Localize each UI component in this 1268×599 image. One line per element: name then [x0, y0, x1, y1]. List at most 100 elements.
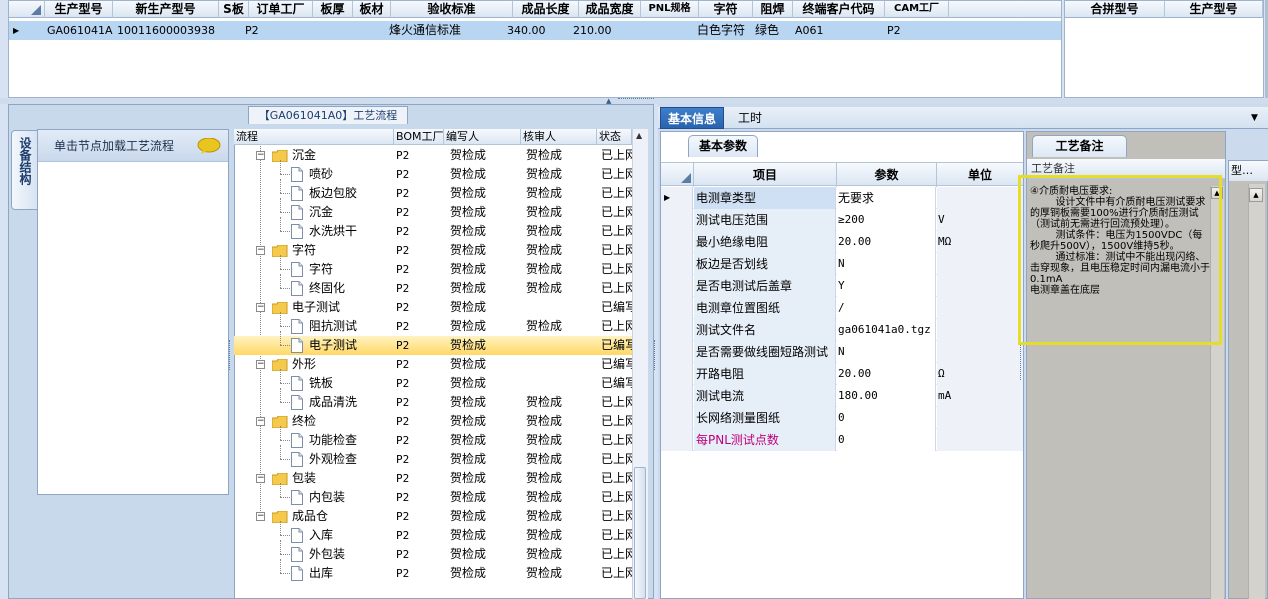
param-row[interactable]: 最小绝缘电阻 20.00 MΩ [661, 231, 1023, 253]
param-value[interactable]: ≥200 [837, 209, 936, 231]
col-order-factory[interactable]: 订单工厂 [249, 1, 313, 18]
col-item[interactable]: 项目 [694, 163, 837, 187]
col-value[interactable]: 参数 [837, 163, 937, 187]
tree-row[interactable]: 功能检查 P2 贺检成 贺检成 已上网 [234, 426, 632, 450]
tree-row[interactable]: 铣板 P2 贺检成 已编写 [234, 369, 632, 393]
tab-process-notes[interactable]: 工艺备注 [1032, 135, 1127, 157]
param-value[interactable]: ga061041a0.tgz [837, 319, 936, 341]
tree-row[interactable]: 字符 P2 贺检成 贺检成 已上网 [234, 255, 632, 279]
col-character[interactable]: 字符 [699, 1, 753, 18]
col-customer-code[interactable]: 终端客户代码 [793, 1, 885, 18]
param-value[interactable]: 0 [837, 429, 936, 451]
col-reviewer[interactable]: 核审人 [521, 129, 597, 145]
cell-order-factory[interactable]: P2 [245, 21, 305, 40]
tree-row[interactable]: 出库 P2 贺检成 贺检成 已上网 [234, 559, 632, 583]
cell-solder-mask[interactable]: 绿色 [755, 21, 793, 40]
tree-row[interactable]: 阻抗测试 P2 贺检成 贺检成 已上网 [234, 312, 632, 336]
mini-grid-header[interactable]: 型… [1229, 161, 1268, 181]
param-row[interactable]: 是否需要做线圈短路测试 N [661, 341, 1023, 363]
tree-folder-row[interactable]: − 成品仓 P2 贺检成 贺检成 已上网 [234, 507, 632, 526]
param-row[interactable]: 电测章位置图纸 / [661, 297, 1023, 319]
col-solder-mask[interactable]: 阻焊 [753, 1, 793, 18]
speech-bubble-icon[interactable] [197, 138, 221, 154]
table-row[interactable]: ▶ GA061041A0 10011600003938 P2 烽火通信标准 34… [9, 21, 1061, 40]
col-width[interactable]: 成品宽度 [579, 1, 641, 18]
param-value[interactable]: Y [837, 275, 936, 297]
col-status[interactable]: 状态 [597, 129, 632, 145]
col-thickness[interactable]: 板厚 [313, 1, 353, 18]
tree-row[interactable]: 终固化 P2 贺检成 贺检成 已上网 [234, 274, 632, 298]
tab-basic-params[interactable]: 基本参数 [688, 135, 758, 157]
param-row[interactable]: 测试文件名 ga061041a0.tgz [661, 319, 1023, 341]
tree-row[interactable]: 入库 P2 贺检成 贺检成 已上网 [234, 521, 632, 545]
tree-row[interactable]: 水洗烘干 P2 贺检成 贺检成 已上网 [234, 217, 632, 241]
cell-cam-factory[interactable]: P2 [887, 21, 947, 40]
tree-folder-row[interactable]: − 终检 P2 贺检成 贺检成 已上网 [234, 412, 632, 431]
param-row[interactable]: 开路电阻 20.00 Ω [661, 363, 1023, 385]
mini-grid-scrollbar[interactable] [1248, 184, 1265, 599]
tree-row[interactable]: 外包装 P2 贺检成 贺检成 已上网 [234, 540, 632, 564]
col-s-board[interactable]: S板 [219, 1, 249, 18]
scroll-up-icon[interactable]: ▲ [1249, 188, 1263, 202]
tree-folder-row[interactable]: − 外形 P2 贺检成 已编写 [234, 355, 632, 374]
tree-row[interactable]: 成品清洗 P2 贺检成 贺检成 已上网 [234, 388, 632, 412]
collapse-toggle-icon[interactable]: − [256, 151, 265, 160]
param-row[interactable]: 板边是否划线 N [661, 253, 1023, 275]
cell-length[interactable]: 340.00 [507, 21, 573, 40]
col-bom-factory[interactable]: BOM工厂 [394, 129, 444, 145]
tree-row[interactable]: 喷砂 P2 贺检成 贺检成 已上网 [234, 160, 632, 184]
tab-basic-info[interactable]: 基本信息 [660, 107, 724, 129]
param-value[interactable]: 180.00 [837, 385, 936, 407]
col-length[interactable]: 成品长度 [513, 1, 579, 18]
collapse-toggle-icon[interactable]: − [256, 512, 265, 521]
tree-folder-row[interactable]: − 沉金 P2 贺检成 贺检成 已上网 [234, 146, 632, 165]
tree-row[interactable]: 内包装 P2 贺检成 贺检成 已上网 [234, 483, 632, 507]
col-cam-factory[interactable]: CAM工厂 [885, 1, 949, 18]
param-value[interactable]: N [837, 253, 936, 275]
cell-production-model[interactable]: GA061041A0 [47, 21, 113, 40]
collapse-toggle-icon[interactable]: − [256, 303, 265, 312]
tree-row[interactable]: 外观检查 P2 贺检成 贺检成 已上网 [234, 445, 632, 469]
param-row[interactable]: 是否电测试后盖章 Y [661, 275, 1023, 297]
tree-row[interactable]: 板边包胶 P2 贺检成 贺检成 已上网 [234, 179, 632, 203]
cell-thickness[interactable] [315, 21, 351, 40]
param-row[interactable]: ▶ 电测章类型 无要求 [661, 187, 1023, 209]
param-value[interactable]: 无要求 [837, 187, 936, 209]
col-pnl-spec[interactable]: PNL规格 [641, 1, 699, 18]
cell-pnl-spec[interactable] [643, 21, 697, 40]
param-value[interactable]: 0 [837, 407, 936, 429]
param-value[interactable]: N [837, 341, 936, 363]
param-row[interactable]: 测试电流 180.00 mA [661, 385, 1023, 407]
cell-customer-code[interactable]: A061 [795, 21, 883, 40]
col-merge-production-model[interactable]: 生产型号 [1165, 1, 1263, 18]
param-value[interactable]: 20.00 [837, 363, 936, 385]
col-writer[interactable]: 编写人 [444, 129, 521, 145]
collapse-toggle-icon[interactable]: − [256, 474, 265, 483]
tree-row[interactable]: 沉金 P2 贺检成 贺检成 已上网 [234, 198, 632, 222]
col-acceptance-standard[interactable]: 验收标准 [391, 1, 513, 18]
col-flow[interactable]: 流程 [234, 129, 394, 145]
col-merge-model[interactable]: 合拼型号 [1065, 1, 1165, 18]
col-production-model[interactable]: 生产型号 [45, 1, 113, 18]
vertical-splitter-grip[interactable] [229, 340, 233, 370]
cell-material[interactable] [355, 21, 389, 40]
param-value[interactable]: 20.00 [837, 231, 936, 253]
collapse-toggle-icon[interactable]: − [256, 417, 265, 426]
tree-row[interactable]: 电子测试 P2 贺检成 已编写 [234, 331, 632, 355]
tree-folder-row[interactable]: − 电子测试 P2 贺检成 已编写 [234, 298, 632, 317]
col-material[interactable]: 板材 [353, 1, 391, 18]
param-row[interactable]: 每PNL测试点数 0 [661, 429, 1023, 451]
tree-scrollbar-thumb[interactable] [634, 467, 646, 599]
col-unit[interactable]: 单位 [937, 163, 1023, 187]
param-row[interactable]: 长网络测量图纸 0 [661, 407, 1023, 429]
col-new-production-model[interactable]: 新生产型号 [113, 1, 219, 18]
tab-work-hours[interactable]: 工时 [730, 107, 770, 129]
scroll-up-icon[interactable]: ▲ [636, 131, 642, 140]
cell-width[interactable]: 210.00 [573, 21, 635, 40]
cell-new-production-model[interactable]: 10011600003938 [117, 21, 217, 40]
collapse-toggle-icon[interactable]: − [256, 246, 265, 255]
tree-folder-row[interactable]: − 字符 P2 贺检成 贺检成 已上网 [234, 241, 632, 260]
tab-dropdown-icon[interactable]: ▼ [1251, 113, 1258, 123]
cell-acceptance-standard[interactable]: 烽火通信标准 [389, 21, 511, 40]
collapse-toggle-icon[interactable]: − [256, 360, 265, 369]
